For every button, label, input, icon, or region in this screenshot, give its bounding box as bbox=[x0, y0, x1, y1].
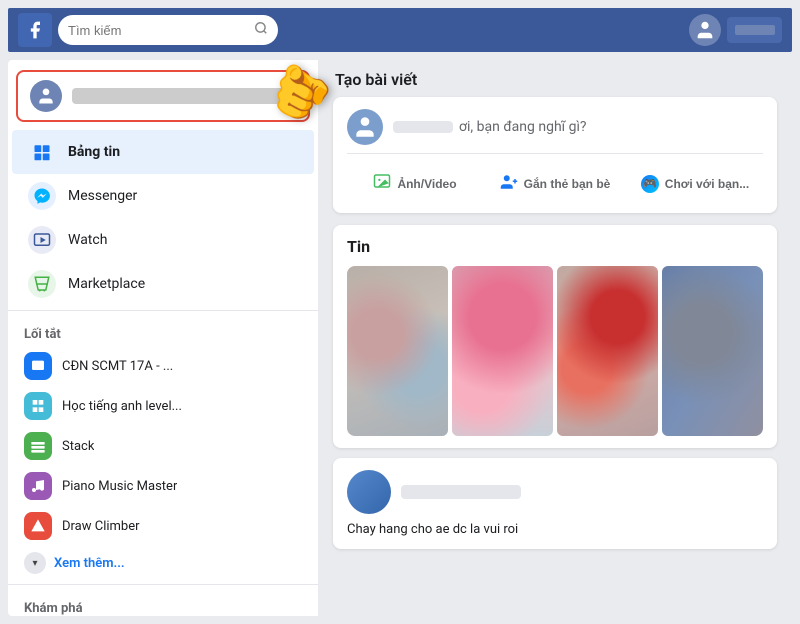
create-post-box: ơi, bạn đang nghĩ gì? Ảnh/Video bbox=[333, 97, 777, 213]
tin-section: Tin bbox=[333, 225, 777, 448]
hoc-tieng-anh-icon bbox=[24, 392, 52, 420]
sidebar-item-messenger[interactable]: Messenger bbox=[12, 174, 314, 218]
photo-video-label: Ảnh/Video bbox=[397, 177, 456, 191]
sidebar-item-watch[interactable]: Watch bbox=[12, 218, 314, 262]
watch-icon bbox=[28, 226, 56, 254]
nav-right bbox=[689, 14, 782, 46]
messenger-icon bbox=[28, 182, 56, 210]
photo-icon bbox=[373, 172, 391, 195]
shortcut-stack[interactable]: Stack bbox=[8, 426, 318, 466]
marketplace-label: Marketplace bbox=[68, 276, 145, 292]
see-more-arrow-icon: ▾ bbox=[24, 552, 46, 574]
hoc-tieng-anh-label: Học tiếng anh level... bbox=[62, 399, 182, 414]
second-post-name-area bbox=[401, 485, 521, 499]
tin-images-container bbox=[347, 266, 763, 436]
tin-image-3[interactable] bbox=[557, 266, 658, 436]
search-bar[interactable] bbox=[58, 15, 278, 45]
draw-climber-label: Draw Climber bbox=[62, 519, 140, 534]
stack-icon bbox=[24, 432, 52, 460]
create-post-section: Tạo bài viết ơi, bạn đang nghĩ gì? bbox=[333, 70, 777, 213]
piano-music-icon bbox=[24, 472, 52, 500]
shortcut-piano-music[interactable]: Piano Music Master bbox=[8, 466, 318, 506]
sidebar-item-bang-tin[interactable]: Bảng tin bbox=[12, 130, 314, 174]
search-input[interactable] bbox=[68, 23, 254, 38]
messenger-label: Messenger bbox=[68, 188, 137, 204]
sidebar-item-marketplace[interactable]: Marketplace bbox=[12, 262, 314, 306]
sidebar-profile-name bbox=[72, 88, 296, 104]
tin-image-1[interactable] bbox=[347, 266, 448, 436]
watch-label: Watch bbox=[68, 232, 107, 248]
see-more-button[interactable]: ▾ Xem thêm... bbox=[8, 546, 318, 580]
facebook-logo[interactable] bbox=[18, 13, 52, 47]
post-username-blur bbox=[393, 121, 453, 133]
shortcut-hoc-tieng-anh[interactable]: Học tiếng anh level... bbox=[8, 386, 318, 426]
stack-label: Stack bbox=[62, 439, 94, 454]
post-game-button[interactable]: 🎮 Chơi với bạn... bbox=[627, 169, 763, 199]
marketplace-icon bbox=[28, 270, 56, 298]
see-more-label: Xem thêm... bbox=[54, 556, 125, 571]
kham-pha-section-label: Khám phá bbox=[8, 589, 318, 616]
nav-extra-button[interactable] bbox=[727, 17, 782, 43]
search-icon bbox=[254, 21, 268, 39]
second-post-username-blur bbox=[401, 485, 521, 499]
sidebar-divider-1 bbox=[8, 310, 318, 311]
tin-image-4[interactable] bbox=[662, 266, 763, 436]
piano-music-label: Piano Music Master bbox=[62, 479, 177, 494]
main-wrapper: Bảng tin Messenger Watch bbox=[8, 60, 792, 616]
nav-user-avatar[interactable] bbox=[689, 14, 721, 46]
second-post: Chay hang cho ae dc la vui roi bbox=[333, 458, 777, 549]
tin-title: Tin bbox=[347, 237, 763, 256]
tag-label: Gắn thẻ bạn bè bbox=[524, 177, 611, 191]
sidebar-profile-item[interactable] bbox=[16, 70, 310, 122]
shortcut-draw-climber[interactable]: Draw Climber bbox=[8, 506, 318, 546]
bang-tin-icon bbox=[28, 138, 56, 166]
second-post-text: Chay hang cho ae dc la vui roi bbox=[347, 522, 763, 537]
game-icon: 🎮 bbox=[641, 175, 659, 193]
bang-tin-label: Bảng tin bbox=[68, 144, 120, 160]
sidebar-divider-2 bbox=[8, 584, 318, 585]
game-label: Chơi với bạn... bbox=[665, 177, 749, 191]
sidebar: Bảng tin Messenger Watch bbox=[8, 60, 318, 616]
shortcut-cdn-scmt[interactable]: CĐN SCMT 17A - ... bbox=[8, 346, 318, 386]
post-photo-video-button[interactable]: Ảnh/Video bbox=[347, 166, 483, 201]
tag-icon bbox=[500, 173, 518, 194]
second-post-avatar bbox=[347, 470, 391, 514]
post-tag-button[interactable]: Gắn thẻ bạn bè bbox=[487, 167, 623, 200]
cdn-scmt-icon bbox=[24, 352, 52, 380]
post-actions: Ảnh/Video Gắn thẻ bạn bè bbox=[347, 164, 763, 201]
post-input-placeholder[interactable]: ơi, bạn đang nghĩ gì? bbox=[459, 119, 763, 135]
tin-image-2[interactable] bbox=[452, 266, 553, 436]
second-post-top bbox=[347, 470, 763, 514]
content-area: Tạo bài viết ơi, bạn đang nghĩ gì? bbox=[318, 60, 792, 616]
loi-tat-label: Lối tắt bbox=[8, 315, 318, 346]
cdn-scmt-label: CĐN SCMT 17A - ... bbox=[62, 359, 173, 374]
draw-climber-icon bbox=[24, 512, 52, 540]
create-post-title: Tạo bài viết bbox=[333, 70, 777, 89]
top-navigation bbox=[8, 8, 792, 52]
post-user-avatar bbox=[347, 109, 383, 145]
sidebar-profile-avatar bbox=[30, 80, 62, 112]
create-post-top: ơi, bạn đang nghĩ gì? bbox=[347, 109, 763, 154]
